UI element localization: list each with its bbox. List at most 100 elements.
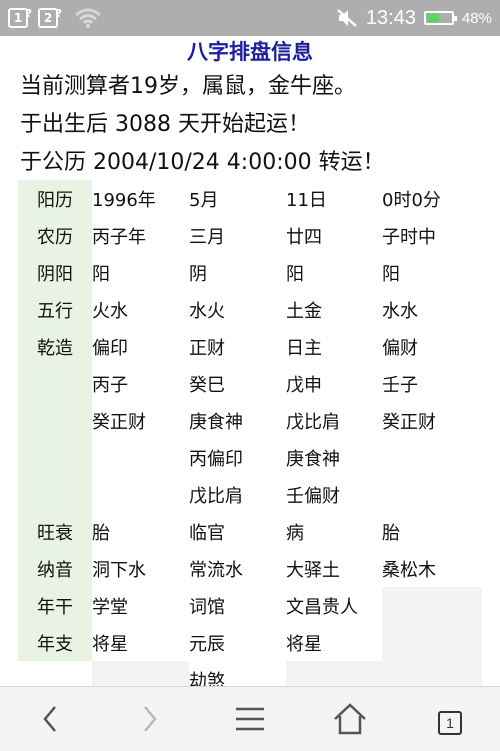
info-line-age: 当前测算者19岁，属鼠，金牛座。 <box>20 74 356 99</box>
table-row: 阴阳阳阴阳阳 <box>18 254 482 291</box>
table-row: 丙子 癸巳 戊申 壬子 <box>18 365 482 402</box>
table-cell: 癸正财 <box>382 411 436 433</box>
table-row: 农历 丙子年 三月 廿四 子时中 <box>18 217 482 254</box>
browser-nav-bar: 1 <box>0 686 500 751</box>
bazi-table: 阳历 1996年 5月 11日 0时0分 农历 丙子年 三月 廿四 子时中 阴阳阳阴阳阳五行 火水 水火… <box>18 180 482 686</box>
forward-icon[interactable] <box>128 697 172 741</box>
table-cell: 偏印 <box>92 337 128 359</box>
table-cell: 大驿土 <box>286 559 340 581</box>
notification-1-count: 1 <box>13 11 23 25</box>
table-cell: 将星 <box>92 633 128 655</box>
table-cell: 将星 <box>286 633 322 655</box>
row-label: 年干 <box>18 587 92 624</box>
table-cell: 正财 <box>189 337 225 359</box>
status-bar: 1? 2? 13:43 48% <box>0 0 500 36</box>
table-cell: 土金 <box>286 300 322 322</box>
row-label: 乾造 <box>18 328 92 365</box>
wifi-icon <box>75 8 101 28</box>
battery-percent: 48% <box>461 9 492 27</box>
table-row: 纳音 洞下水 常流水 大驿土 桑松木 <box>18 550 482 587</box>
page-title: 八字排盘信息 <box>187 40 313 64</box>
table-cell: 庚食神 <box>189 411 243 433</box>
table-cell: 子时中 <box>382 226 436 248</box>
notification-2-icon: 2? <box>38 7 62 28</box>
table-cell: 阴 <box>189 263 207 285</box>
table-cell: 廿四 <box>286 226 322 248</box>
table-cell: 文昌贵人 <box>286 596 358 618</box>
table-row: 五行 火水 水火 土金 水水 <box>18 291 482 328</box>
table-cell: 桑松木 <box>382 559 436 581</box>
row-label <box>18 439 92 476</box>
table-row: 乾造 偏印 正财 日主 偏财 <box>18 328 482 365</box>
table-cell: 火水 <box>92 300 128 322</box>
table-cell: 戊比肩 <box>189 485 243 507</box>
table-cell: 阳 <box>382 263 400 285</box>
table-cell: 戊比肩 <box>286 411 340 433</box>
web-content: 八字排盘信息 当前测算者19岁，属鼠，金牛座。 于出生后 3088 天开始起运！… <box>0 36 500 686</box>
row-label: 阴阳 <box>18 254 92 291</box>
battery-icon <box>423 11 457 25</box>
menu-icon[interactable] <box>228 697 272 741</box>
table-cell <box>382 661 482 686</box>
row-label: 五行 <box>18 291 92 328</box>
table-cell: 水水 <box>382 300 418 322</box>
table-cell: 丙偏印 <box>189 448 243 470</box>
table-row: 丙偏印 庚食神 <box>18 439 482 476</box>
table-cell: 癸巳 <box>189 374 225 396</box>
home-icon[interactable] <box>328 697 372 741</box>
table-cell: 壬子 <box>382 374 418 396</box>
tab-count-label: 1 <box>446 715 454 731</box>
table-cell: 11日 <box>286 189 327 211</box>
row-label: 年支 <box>18 624 92 661</box>
table-cell <box>382 439 482 476</box>
table-cell <box>286 661 382 686</box>
notification-2-count: 2 <box>43 11 53 25</box>
table-cell <box>92 661 189 686</box>
table-cell: 词馆 <box>189 596 225 618</box>
table-cell: 临官 <box>189 522 225 544</box>
row-label <box>18 476 92 513</box>
row-label <box>18 402 92 439</box>
row-label <box>18 661 92 686</box>
table-cell: 劫煞 <box>189 661 286 686</box>
table-cell: 胎 <box>382 522 400 544</box>
table-cell <box>382 476 482 513</box>
table-cell: 阳 <box>92 263 110 285</box>
table-row: 年干 学堂 词馆 文昌贵人 <box>18 587 482 624</box>
table-cell: 0时0分 <box>382 189 441 211</box>
table-row: 旺衰胎临官病胎 <box>18 513 482 550</box>
row-label: 农历 <box>18 217 92 254</box>
table-row: 癸正财 庚食神 戊比肩 癸正财 <box>18 402 482 439</box>
back-icon[interactable] <box>28 697 72 741</box>
table-row: 年支 将星 元辰 将星 <box>18 624 482 661</box>
notification-1-icon: 1? <box>8 7 32 28</box>
row-label <box>18 365 92 402</box>
row-label: 纳音 <box>18 550 92 587</box>
table-cell: 常流水 <box>189 559 243 581</box>
tabs-icon[interactable]: 1 <box>438 711 462 735</box>
table-cell: 阳 <box>286 263 304 285</box>
table-cell: 胎 <box>92 522 110 544</box>
table-cell: 洞下水 <box>92 559 146 581</box>
table-cell: 元辰 <box>189 633 225 655</box>
table-cell: 学堂 <box>92 596 128 618</box>
table-cell <box>382 587 482 624</box>
table-cell: 5月 <box>189 189 219 211</box>
info-line-start-luck: 于出生后 3088 天开始起运！ <box>20 112 310 137</box>
table-cell <box>92 476 189 513</box>
table-cell: 1996年 <box>92 189 156 211</box>
table-row: 劫煞 <box>18 661 482 686</box>
table-cell: 庚食神 <box>286 448 340 470</box>
table-row: 阳历 1996年 5月 11日 0时0分 <box>18 180 482 217</box>
clock: 13:43 <box>365 6 416 29</box>
table-cell: 病 <box>286 522 304 544</box>
table-cell: 戊申 <box>286 374 322 396</box>
table-cell <box>382 624 482 661</box>
table-cell: 偏财 <box>382 337 418 359</box>
table-cell: 三月 <box>189 226 225 248</box>
table-cell: 日主 <box>286 337 322 359</box>
table-cell: 壬偏财 <box>286 485 340 507</box>
row-label: 旺衰 <box>18 513 92 550</box>
table-cell <box>92 439 189 476</box>
table-cell: 丙子 <box>92 374 128 396</box>
